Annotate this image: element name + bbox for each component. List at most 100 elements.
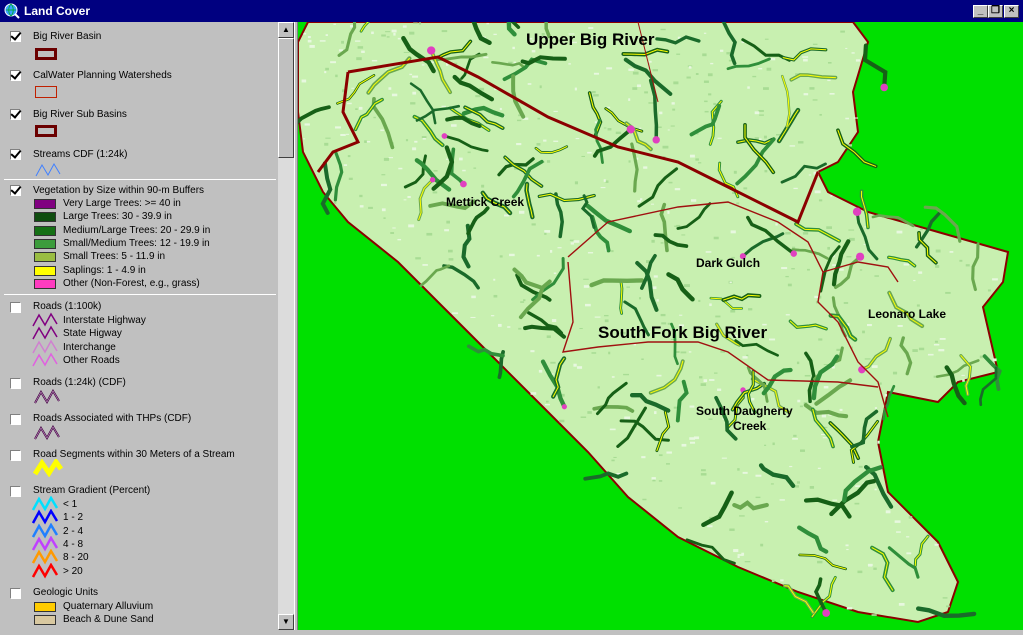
texture-mark [398, 167, 403, 170]
scroll-up-button[interactable]: ▲ [278, 22, 294, 38]
texture-mark [381, 208, 386, 212]
scroll-thumb[interactable] [278, 38, 294, 158]
layer-checkbox-sub-basins[interactable] [10, 109, 21, 120]
map-view[interactable]: Upper Big River Mettick Creek Dark Gulch… [291, 0, 1023, 630]
texture-mark [660, 242, 664, 244]
texture-mark [570, 242, 574, 245]
texture-mark [470, 316, 476, 318]
texture-mark [441, 105, 446, 107]
scroll-down-button[interactable]: ▼ [278, 614, 294, 630]
texture-mark [347, 102, 352, 105]
texture-mark [607, 128, 612, 131]
texture-mark [497, 323, 502, 327]
texture-mark [871, 614, 877, 616]
texture-mark [551, 319, 557, 323]
texture-mark [665, 463, 670, 465]
texture-mark [343, 164, 348, 166]
layer-checkbox-vegetation[interactable] [10, 185, 21, 196]
close-button[interactable]: × [1004, 5, 1019, 18]
texture-mark [537, 117, 541, 120]
texture-mark [884, 393, 888, 397]
layer-checkbox-road-segments[interactable] [10, 450, 21, 461]
texture-mark [408, 224, 415, 228]
texture-mark [689, 154, 695, 158]
toc-scrollbar[interactable]: ▲ ▼ [278, 22, 294, 630]
texture-mark [827, 246, 830, 250]
maximize-button[interactable]: ❐ [988, 5, 1003, 18]
texture-mark [766, 428, 770, 430]
layer-checkbox-geologic-units[interactable] [10, 588, 21, 599]
legend-label: Interstate Highway [63, 315, 146, 326]
texture-mark [741, 552, 745, 556]
texture-mark [764, 169, 768, 173]
texture-mark [359, 205, 364, 208]
texture-mark [546, 160, 551, 163]
texture-mark [559, 419, 565, 423]
texture-mark [421, 64, 425, 66]
texture-mark [391, 93, 398, 97]
texture-mark [752, 75, 757, 78]
texture-mark [359, 194, 363, 198]
texture-mark [699, 376, 703, 379]
texture-mark [800, 449, 805, 452]
texture-mark [422, 264, 428, 266]
layer-name: Big River Sub Basins [33, 109, 127, 120]
texture-mark [574, 87, 577, 91]
texture-mark [493, 294, 498, 298]
texture-mark [642, 498, 647, 501]
layer-checkbox-roads-100k[interactable] [10, 302, 21, 313]
texture-mark [896, 531, 901, 533]
texture-mark [605, 180, 609, 183]
map-canvas: Upper Big River Mettick Creek Dark Gulch… [291, 0, 1010, 624]
legend-swatch [34, 252, 56, 263]
layer-checkbox-streams[interactable] [10, 149, 21, 160]
texture-mark [301, 79, 307, 83]
texture-mark [803, 58, 808, 62]
texture-mark [717, 137, 722, 139]
layer-checkbox-roads-thp[interactable] [10, 414, 21, 425]
layer-checkbox-roads-24k[interactable] [10, 378, 21, 389]
texture-mark [695, 158, 699, 161]
texture-mark [657, 126, 662, 129]
texture-mark [407, 195, 411, 198]
texture-mark [490, 315, 495, 317]
texture-mark [543, 139, 547, 142]
legend-label: 1 - 2 [63, 512, 84, 524]
layer-name: Roads (1:24k) (CDF) [33, 377, 126, 388]
texture-mark [499, 255, 503, 258]
non-forest-patch [429, 177, 436, 183]
texture-mark [473, 167, 477, 169]
texture-mark [493, 33, 497, 36]
texture-mark [553, 140, 559, 142]
texture-mark [730, 309, 736, 313]
legend-swatch [34, 602, 56, 612]
texture-mark [355, 108, 358, 110]
texture-mark [871, 365, 878, 368]
texture-mark [325, 34, 328, 37]
texture-mark [719, 49, 724, 52]
texture-mark [499, 107, 502, 111]
texture-mark [803, 93, 809, 96]
texture-mark [838, 268, 844, 271]
texture-mark [766, 67, 772, 71]
texture-mark [412, 91, 417, 95]
texture-mark [763, 87, 769, 90]
layer-checkbox-calwater-watersheds[interactable] [10, 70, 21, 81]
legend-swatch [34, 225, 56, 236]
layer-checkbox-big-river-basin[interactable] [10, 31, 21, 42]
texture-mark [827, 79, 831, 82]
minimize-button[interactable]: _ [973, 5, 988, 18]
label-creek: Creek [733, 419, 767, 433]
label-mettick-creek: Mettick Creek [446, 195, 524, 209]
texture-mark [600, 187, 606, 189]
layer-checkbox-stream-gradient[interactable] [10, 486, 21, 497]
texture-mark [709, 303, 712, 307]
texture-mark [823, 386, 829, 389]
texture-mark [671, 102, 675, 105]
texture-mark [452, 312, 459, 315]
texture-mark [392, 227, 396, 229]
texture-mark [743, 187, 748, 190]
legend-label: Large Trees: 30 - 39.9 in [63, 211, 172, 223]
texture-mark [615, 131, 622, 135]
texture-mark [747, 86, 750, 89]
